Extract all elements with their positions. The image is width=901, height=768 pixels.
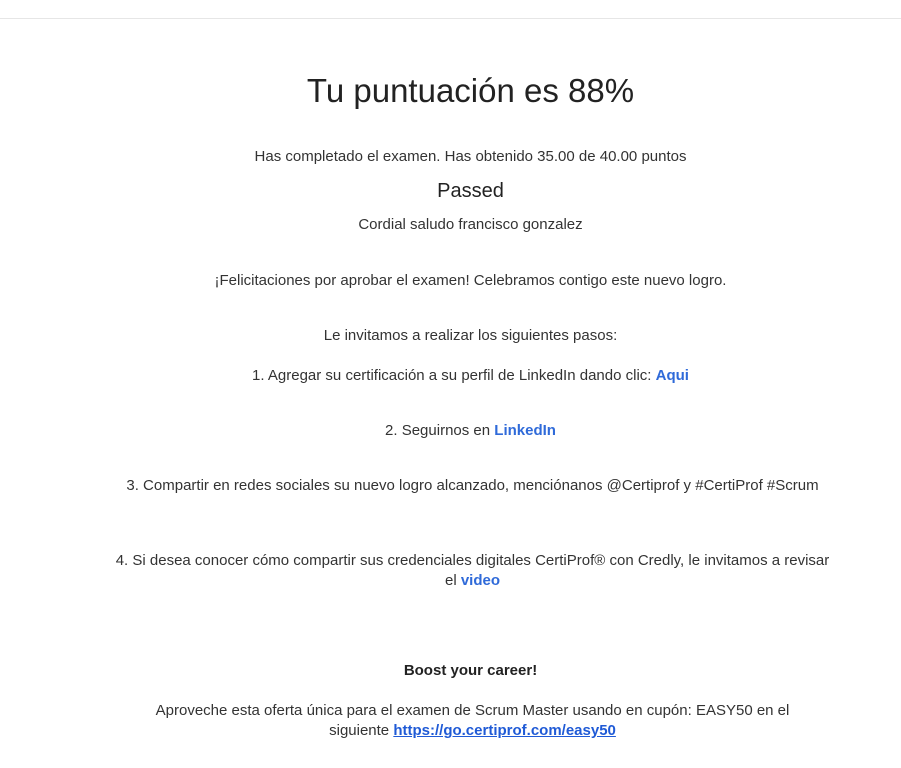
greeting-text: Cordial saludo francisco gonzalez [358,216,583,233]
easy50-offer-link[interactable]: https://go.certiprof.com/easy50 [393,722,616,739]
step-1-text: 1. Agregar su certificación a su perfil … [252,367,656,384]
step-2-text: 2. Seguirnos en [385,422,495,439]
congratulations-text: ¡Felicitaciones por aprobar el examen! C… [214,272,727,289]
score-title: Tu puntuación es 88% [306,72,635,109]
promo-heading: Boost your career! [403,662,538,679]
step-credly-video: 4. Si desea conocer cómo compartir sus c… [115,551,830,591]
next-steps-intro: Le invitamos a realizar los siguientes p… [323,327,618,344]
promo-offer: Aproveche esta oferta única para el exam… [130,701,815,741]
top-divider [0,18,901,19]
step-linkedin-certification: 1. Agregar su certificación a su perfil … [0,366,901,386]
add-to-linkedin-link[interactable]: Aqui [656,367,689,384]
step-share-social: 3. Compartir en redes sociales su nuevo … [126,477,819,494]
score-summary: Has completado el examen. Has obtenido 3… [254,148,687,165]
step-follow-linkedin: 2. Seguirnos en LinkedIn [0,421,901,441]
credly-video-link[interactable]: video [461,572,500,589]
follow-linkedin-link[interactable]: LinkedIn [494,422,556,439]
pass-status: Passed [437,180,504,202]
